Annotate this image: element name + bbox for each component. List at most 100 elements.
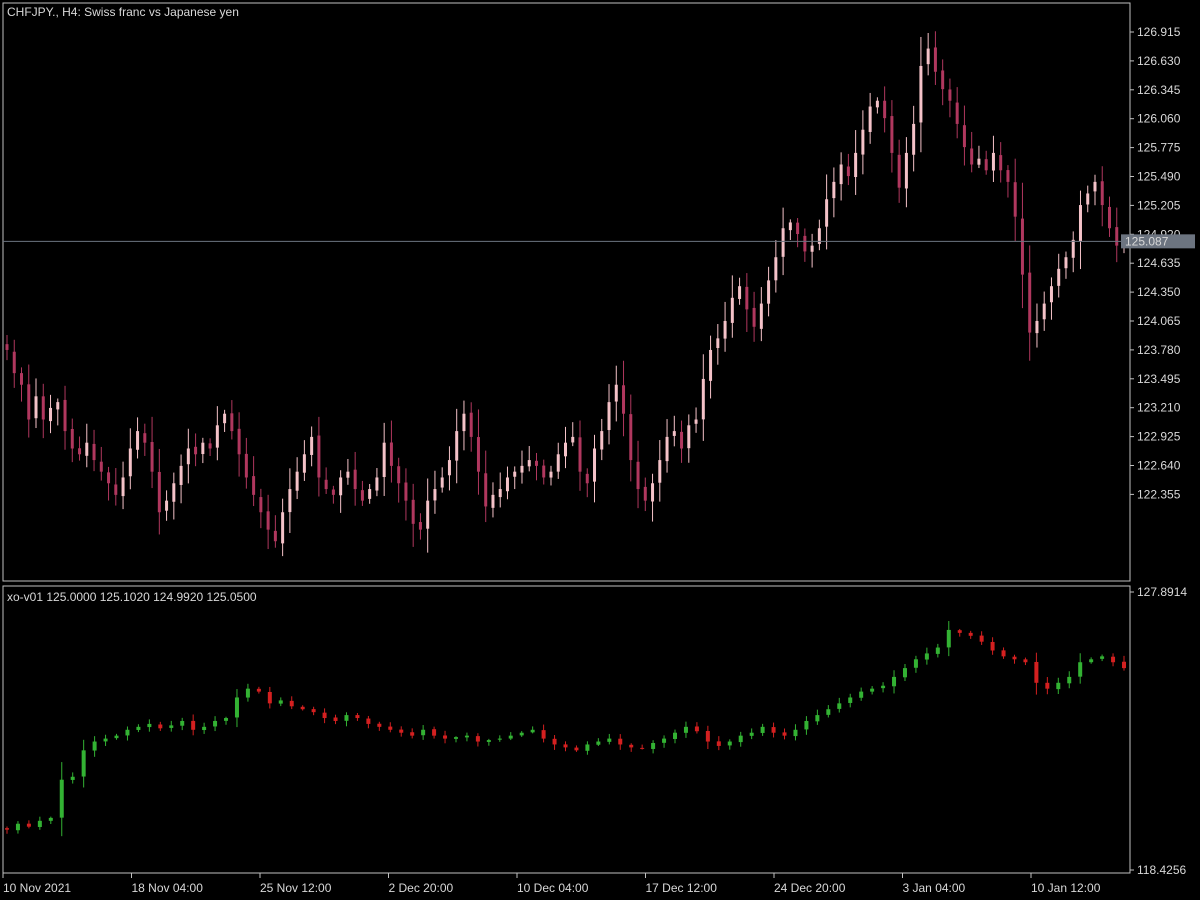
indicator-candle-body [322, 712, 327, 719]
price-candle-body [912, 123, 916, 155]
price-candle-body [476, 437, 480, 472]
price-candle-body [774, 257, 778, 281]
price-candle-body [796, 222, 800, 235]
indicator-candle-body [957, 630, 962, 633]
price-axis-tick-label: 126.915 [1137, 25, 1181, 39]
price-candle-body [317, 435, 321, 478]
indicator-candle-body [289, 700, 294, 707]
price-candle-body [324, 479, 328, 490]
indicator-candle-body [1012, 656, 1017, 660]
indicator-candle-body [968, 632, 973, 636]
indicator-candle-body [125, 729, 130, 736]
price-candle-body [948, 89, 952, 101]
price-candle-body [622, 385, 626, 414]
indicator-candle-body [1078, 662, 1083, 677]
indicator-candle-body [771, 727, 776, 733]
price-candle-body [63, 399, 67, 432]
indicator-candle-body [432, 729, 437, 736]
indicator-candle-body [519, 732, 524, 736]
price-candle-body [1071, 239, 1075, 258]
price-candle-body [832, 181, 836, 199]
price-candle-body [984, 159, 988, 171]
indicator-candle-body [1100, 656, 1105, 659]
indicator-candle-body [278, 700, 283, 704]
chart-canvas: 126.915 126.630 126.345 126.060 125.775 125.4… [0, 0, 1200, 900]
price-candle-body [310, 436, 314, 455]
indicator-candle-body [300, 706, 305, 710]
price-candle-body [266, 511, 270, 530]
price-axis-tick-label: 124.065 [1137, 314, 1181, 328]
price-candle-body [237, 428, 241, 455]
price-candle-body [839, 164, 843, 185]
time-axis-label: 25 Nov 12:00 [260, 881, 332, 895]
price-candle-body [353, 469, 357, 490]
price-candle-body [875, 100, 879, 108]
indicator-candle-body [267, 691, 272, 704]
indicator-candle-body [640, 747, 645, 749]
indicator-candle-body [738, 735, 743, 743]
price-candle-body [1078, 205, 1082, 242]
indicator-candle-body [705, 730, 710, 742]
indicator-candle-body [749, 732, 754, 736]
price-candle-body [208, 443, 212, 449]
indicator-candle-body [245, 688, 250, 698]
price-axis-tick-label: 122.355 [1137, 487, 1181, 501]
price-candle-body [281, 512, 285, 544]
indicator-candle-body [443, 735, 448, 739]
price-candle-body [534, 460, 538, 466]
price-candle-body [273, 530, 277, 542]
price-candle-body [259, 497, 263, 513]
price-candle-body [27, 384, 31, 420]
indicator-candle-body [169, 725, 174, 728]
indicator-candle-body [596, 741, 601, 745]
price-candle-body [128, 448, 132, 477]
price-candle-body [1042, 303, 1046, 320]
price-candle-body [549, 471, 553, 478]
price-candle-body [397, 466, 401, 484]
price-candle-body [288, 489, 292, 513]
price-candle-body [1064, 257, 1068, 269]
price-candle-body [41, 396, 45, 420]
price-candle-body [223, 413, 227, 424]
price-axis-tick-label: 123.210 [1137, 401, 1181, 415]
price-candle-body [382, 442, 386, 478]
indicator-candle-body [902, 668, 907, 678]
indicator-candle-body [508, 735, 513, 739]
price-candle-body [484, 473, 488, 507]
price-candle-body [1013, 182, 1017, 217]
time-axis-label: 10 Jan 12:00 [1031, 881, 1101, 895]
symbol-title: CHFJPY., H4: Swiss franc vs Japanese yen [7, 5, 239, 19]
price-candle-body [781, 228, 785, 257]
price-axis-tick-label: 123.780 [1137, 343, 1181, 357]
time-axis-label: 18 Nov 04:00 [132, 881, 204, 895]
price-candle-body [411, 499, 415, 524]
indicator-candle-body [1089, 659, 1094, 663]
price-candle-body [665, 436, 669, 462]
price-candle-body [1057, 268, 1061, 286]
price-candle-body [302, 454, 306, 473]
price-candle-body [593, 448, 597, 482]
price-candle-body [368, 489, 372, 499]
price-candle-body [825, 199, 829, 227]
indicator-candle-body [26, 823, 31, 827]
price-candle-body [1100, 181, 1104, 206]
price-candle-body [861, 129, 865, 155]
indicator-candle-body [1111, 656, 1116, 663]
indicator-candle-body [136, 726, 141, 730]
price-candle-body [919, 65, 923, 123]
indicator-candle-body [81, 750, 86, 777]
price-candle-body [730, 297, 734, 323]
indicator-candle-body [464, 735, 469, 738]
price-candle-body [114, 484, 118, 495]
indicator-candle-body [366, 718, 371, 724]
price-candle-body [165, 500, 169, 511]
price-candle-body [418, 522, 422, 530]
main-price-axis: 126.915 126.630 126.345 126.060 125.775 125.4… [1130, 25, 1181, 501]
price-candle-body [1107, 206, 1111, 229]
price-candle-body [360, 490, 364, 501]
indicator-candle-body [662, 738, 667, 743]
price-candle-body [339, 477, 343, 496]
price-candle-body [404, 482, 408, 501]
price-candle-body [745, 286, 749, 310]
indicator-candle-body [826, 709, 831, 715]
